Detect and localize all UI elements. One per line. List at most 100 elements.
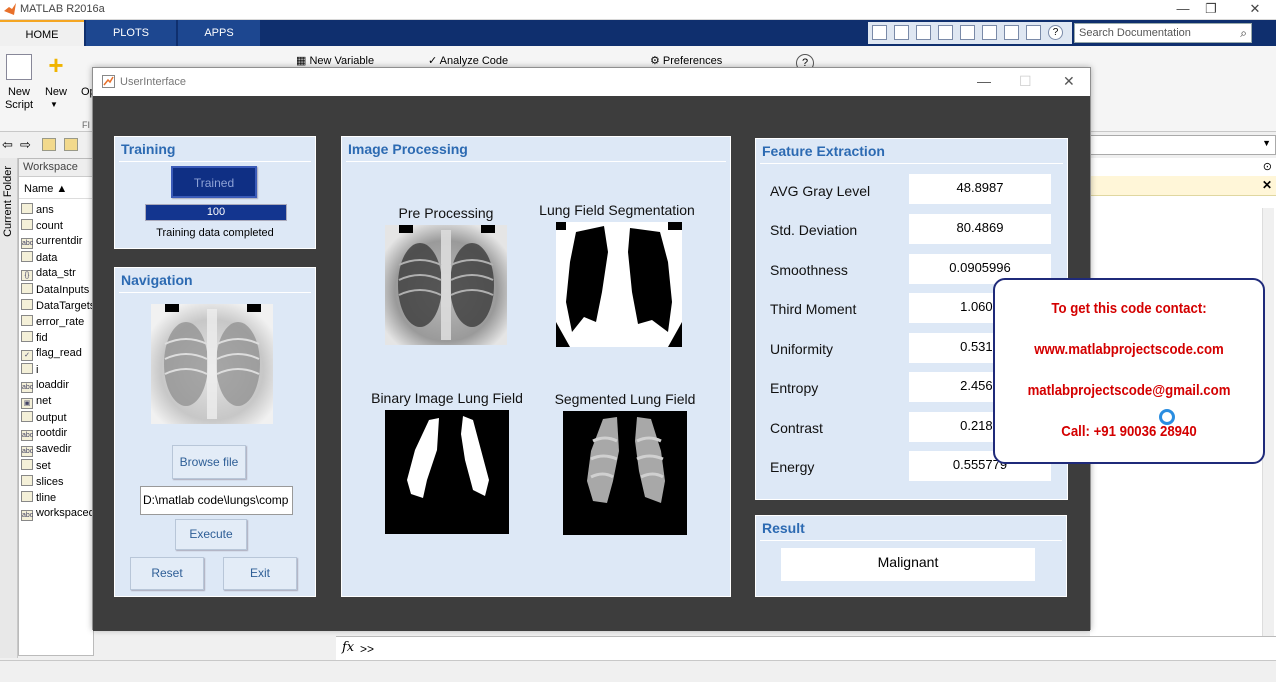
panel-divider [119,161,311,162]
workspace-item[interactable]: DataInputs [21,283,93,299]
variable-icon [21,331,33,342]
pre-processing-image [385,225,507,345]
new-script-icon[interactable] [6,54,32,80]
workspace-item-label: currentdir [36,235,83,247]
tab-home[interactable]: HOME [0,20,84,46]
new-variable-button[interactable]: ▦ New Variable [296,54,374,67]
restore-icon[interactable]: ❐ [1196,1,1226,17]
workspace-item-label: error_rate [36,316,85,328]
command-window[interactable]: fx >> [336,636,1276,660]
feature-label-uniformity: Uniformity [770,341,834,357]
save-icon[interactable] [894,25,909,40]
browse-folder-icon[interactable] [64,138,78,151]
workspace-item-label: savedir [36,443,72,455]
workspace-item-label: net [36,395,52,407]
tab-plots[interactable]: PLOTS [86,20,176,46]
contact-heading: To get this code contact: [1051,300,1207,317]
reset-button[interactable]: Reset [130,557,204,590]
new-button[interactable]: New [42,86,70,98]
chevron-down-icon[interactable]: ▼ [1262,138,1271,148]
workspace-item[interactable]: i [21,363,93,379]
workspace-item-label: flag_read [36,347,82,359]
preprocessed-xray [385,225,507,345]
panel-divider [346,161,726,162]
workspace-item[interactable]: DataTargets [21,299,93,315]
variable-icon [21,283,33,294]
panel-divider [760,540,1062,541]
feature-label-entropy: Entropy [770,380,819,396]
workspace-item[interactable]: error_rate [21,315,93,331]
address-field[interactable]: ▼ [1090,135,1276,155]
current-folder-tab[interactable]: Current Folder [0,158,18,658]
workspace-item[interactable]: abc loaddir [21,379,93,395]
cut-icon[interactable] [916,25,931,40]
expand-circle-icon[interactable]: ⊙ [1263,160,1272,173]
workspace-item[interactable]: fid [21,331,93,347]
paste-icon[interactable] [960,25,975,40]
matlab-logo-icon [4,3,16,15]
status-bar [0,660,1276,682]
workspace-item[interactable]: tline [21,491,93,507]
maximize-icon[interactable]: ☐ [1019,73,1032,90]
minimize-icon[interactable]: — [977,73,991,89]
cell-icon: {} [21,270,33,281]
forward-arrow-icon[interactable]: ⇨ [20,137,31,153]
workspace-item[interactable]: abc savedir [21,443,93,459]
workspace-item[interactable]: abc rootdir [21,427,93,443]
workspace-item[interactable]: {} data_str [21,267,93,283]
workspace-item[interactable]: slices [21,475,93,491]
search-icon[interactable]: ⌕ [1240,26,1247,41]
undo-icon[interactable] [982,25,997,40]
figure-title: UserInterface [120,76,187,88]
execute-button[interactable]: Execute [175,519,247,550]
new-plus-icon[interactable]: + [44,52,68,78]
redo-icon[interactable] [1004,25,1019,40]
workspace-item[interactable]: set [21,459,93,475]
copy-icon[interactable] [938,25,953,40]
analyze-code-button[interactable]: ✓ Analyze Code [428,54,508,67]
workspace-item-label: workspaced [36,507,93,519]
workspace-item[interactable]: ✓ flag_read [21,347,93,363]
segmented-lung-field-caption: Segmented Lung Field [554,391,696,407]
chevron-down-icon[interactable]: ▼ [50,100,58,109]
new-script-button[interactable]: New Script [2,86,36,112]
workspace-item[interactable]: data [21,251,93,267]
exit-button[interactable]: Exit [223,557,297,590]
preferences-label: Preferences [662,55,723,67]
panel-divider [760,163,1063,164]
training-progress-label: 100 [206,206,226,218]
minimize-icon[interactable]: — [1168,1,1198,16]
back-arrow-icon[interactable]: ⇦ [2,137,13,153]
workspace-item[interactable]: abc workspaced [21,507,93,523]
switch-windows-icon[interactable] [1026,25,1041,40]
variable-icon [21,203,33,214]
trained-button[interactable]: Trained [171,166,257,198]
help-icon[interactable]: ? [1048,25,1063,40]
workspace-panel: Workspace Name ▲ ans count abc currentdir… [18,158,94,656]
search-documentation-input[interactable]: Search Documentation ⌕ [1074,23,1252,43]
up-folder-icon[interactable] [42,138,56,151]
preferences-button[interactable]: ⚙ Preferences [650,54,722,67]
tab-apps[interactable]: APPS [178,20,260,46]
workspace-item[interactable]: ▣ net [21,395,93,411]
app-title: MATLAB R2016a [20,3,105,15]
segmented-lung-render [563,411,687,535]
browse-file-button[interactable]: Browse file [172,445,246,479]
file-path-field[interactable]: D:\matlab code\lungs\comp [140,486,293,515]
close-icon[interactable]: ✕ [1063,73,1075,90]
workspace-item[interactable]: output [21,411,93,427]
mouse-cursor-ring-icon [1159,409,1175,425]
binary-image-lung-field [385,410,509,534]
layout-icon[interactable] [872,25,887,40]
workspace-item[interactable]: count [21,219,93,235]
segmentation-mask [556,222,682,347]
contact-website: www.matlabprojectscode.com [1034,341,1224,358]
workspace-item[interactable]: ans [21,203,93,219]
navigation-panel: Navigation Browse file D:\matlab code\lu… [114,267,316,597]
close-icon[interactable]: ✕ [1240,1,1270,17]
workspace-item[interactable]: abc currentdir [21,235,93,251]
close-icon[interactable]: ✕ [1262,178,1272,192]
binary-image-caption: Binary Image Lung Field [371,390,523,406]
string-icon: abc [21,446,34,457]
workspace-name-header[interactable]: Name ▲ [19,183,93,199]
